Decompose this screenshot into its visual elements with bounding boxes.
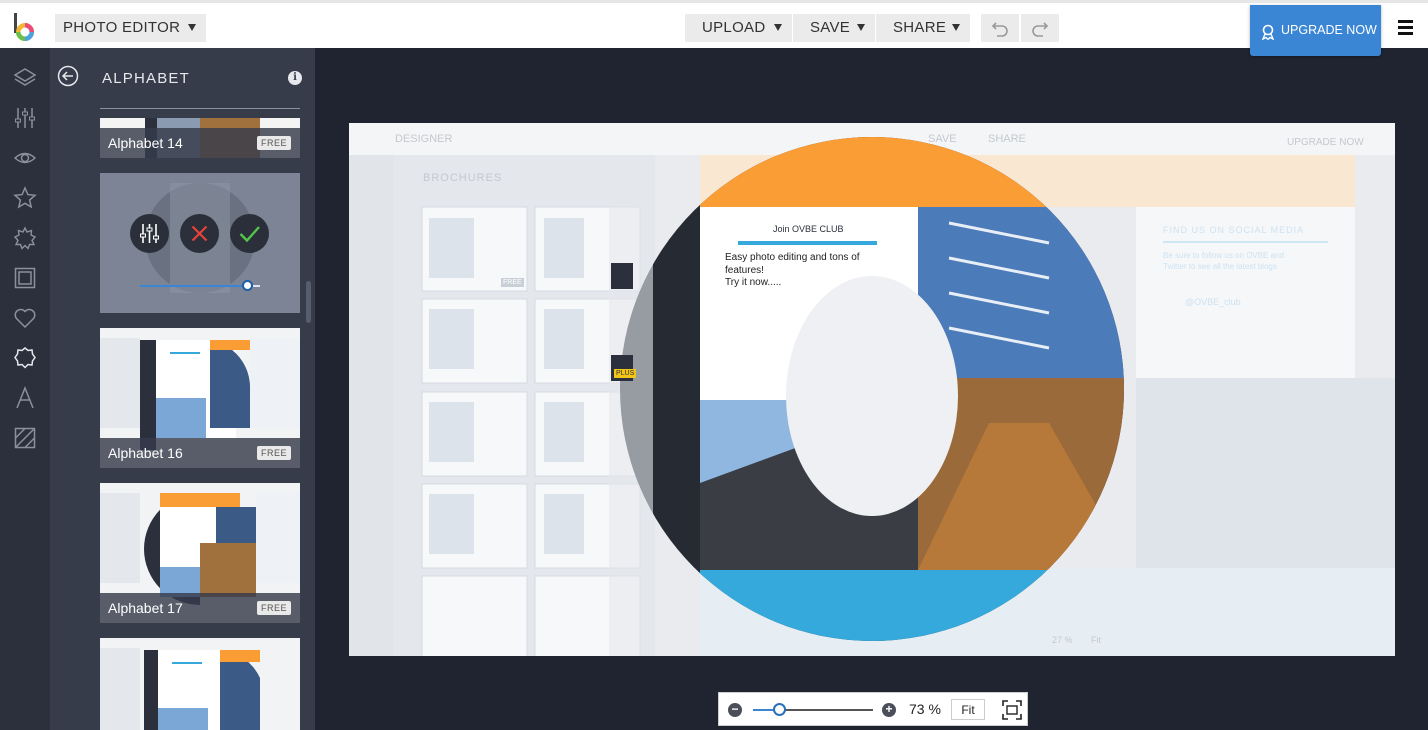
thumbnail-name: Alphabet 14 <box>108 135 183 151</box>
chevron-down-icon <box>952 24 960 31</box>
apply-button[interactable] <box>230 214 269 253</box>
save-label: SAVE <box>810 19 851 36</box>
thumbnail-preview <box>100 638 300 730</box>
heart-icon[interactable] <box>13 306 37 330</box>
chevron-down-icon <box>774 24 782 31</box>
intensity-slider[interactable] <box>140 280 260 291</box>
ghost-plus-badge: PLUS <box>614 369 637 378</box>
ghost-social-line1: Be sure to follow us on OVBE and <box>1163 251 1284 260</box>
share-button[interactable]: SHARE <box>876 14 970 42</box>
upload-label: UPLOAD <box>702 19 766 36</box>
card-line: features! <box>725 264 764 276</box>
star-icon[interactable] <box>13 186 37 210</box>
logo-icon[interactable] <box>12 13 38 43</box>
adjust-button[interactable] <box>130 214 169 253</box>
ghost-social-handle: @OVBE_club <box>1185 297 1241 307</box>
alphabet-thumbnail[interactable] <box>100 638 300 730</box>
top-bar: PHOTO EDITOR UPLOAD SAVE SHARE UPGRADE N… <box>0 0 1428 56</box>
undo-button[interactable] <box>981 14 1019 42</box>
tool-rail <box>0 48 50 730</box>
card-line: Try it now..... <box>725 277 782 288</box>
eye-icon[interactable] <box>13 146 37 170</box>
zoom-slider-knob[interactable] <box>773 703 787 716</box>
editor-mode-label: PHOTO EDITOR <box>63 19 181 36</box>
panel-header: ALPHABET i <box>50 48 315 108</box>
slider-knob[interactable] <box>242 280 253 291</box>
layers-icon[interactable] <box>13 66 37 90</box>
texture-icon[interactable] <box>13 426 37 450</box>
chevron-down-icon <box>188 24 196 31</box>
card-title: Join OVBE CLUB <box>773 224 844 234</box>
card-body: Easy photo editing and tons of features!… <box>725 252 895 290</box>
share-label: SHARE <box>893 19 947 36</box>
award-icon <box>1261 24 1275 40</box>
thumbnail-label: Alphabet 16 FREE <box>100 438 300 468</box>
free-badge: FREE <box>256 136 291 150</box>
badge-icon[interactable] <box>13 346 37 370</box>
cancel-button[interactable] <box>180 214 219 253</box>
panel-title: ALPHABET <box>102 70 190 87</box>
frame-icon[interactable] <box>13 266 37 290</box>
alphabet-thumbnail[interactable]: Alphabet 16 FREE <box>100 328 300 468</box>
ghost-fit-label: Fit <box>1091 635 1101 645</box>
selected-thumbnail[interactable] <box>100 173 300 313</box>
zoom-value: 73 % <box>909 701 941 717</box>
ghost-panel-title: BROCHURES <box>423 172 503 184</box>
canvas-artwork <box>349 123 1395 656</box>
zoom-in-button[interactable]: + <box>882 703 896 717</box>
zoom-slider[interactable] <box>753 709 873 711</box>
check-icon <box>239 226 260 243</box>
chevron-down-icon <box>857 24 865 31</box>
hamburger-menu-icon[interactable] <box>1398 20 1413 35</box>
ghost-upgrade-label: UPGRADE NOW <box>1287 137 1364 148</box>
slider-track-rest <box>253 285 260 287</box>
thumbnail-label: Alphabet 14 FREE <box>100 128 300 158</box>
upgrade-label: UPGRADE NOW <box>1281 23 1377 37</box>
ghost-mode-label: DESIGNER <box>395 133 453 145</box>
zoom-bar: − + 73 % Fit <box>718 692 1028 726</box>
editor-mode-dropdown[interactable]: PHOTO EDITOR <box>55 14 206 42</box>
ghost-zoom-value: 27 % <box>1052 635 1073 645</box>
undo-icon <box>991 22 1008 37</box>
card-line: Easy photo editing and tons of <box>725 252 860 263</box>
info-icon[interactable]: i <box>288 71 302 85</box>
alphabet-thumbnail[interactable]: Alphabet 17 FREE <box>100 483 300 623</box>
free-badge: FREE <box>256 446 291 460</box>
ghost-save-label: SAVE <box>928 133 957 145</box>
thumbnail-name: Alphabet 16 <box>108 445 183 461</box>
free-badge: FREE <box>256 601 291 615</box>
divider <box>100 108 300 109</box>
editor-canvas[interactable]: DESIGNER SAVE SHARE UPGRADE NOW BROCHURE… <box>349 123 1395 656</box>
redo-button[interactable] <box>1021 14 1059 42</box>
ghost-social-title: FIND US ON SOCIAL MEDIA <box>1163 225 1305 235</box>
alphabet-panel: ALPHABET i Alphabet 14 FREE Alphabet 16 … <box>50 48 315 730</box>
close-icon <box>191 225 208 242</box>
upgrade-now-button[interactable]: UPGRADE NOW <box>1250 5 1381 56</box>
fit-button[interactable]: Fit <box>951 699 985 720</box>
save-button[interactable]: SAVE <box>793 14 875 42</box>
ghost-share-label: SHARE <box>988 133 1026 145</box>
thumbnail-name: Alphabet 17 <box>108 600 183 616</box>
text-icon[interactable] <box>13 386 37 410</box>
sliders-icon[interactable] <box>13 106 37 130</box>
ghost-social-line2: Twitter to see all the latest blogs <box>1163 262 1277 271</box>
thumbnail-label: Alphabet 17 FREE <box>100 593 300 623</box>
burst-icon[interactable] <box>13 226 37 250</box>
zoom-out-button[interactable]: − <box>728 703 742 717</box>
alphabet-thumbnail[interactable]: Alphabet 14 FREE <box>100 118 300 158</box>
redo-icon <box>1032 22 1049 37</box>
fullscreen-icon[interactable] <box>1002 700 1022 720</box>
ghost-free-badge: FREE <box>501 278 524 287</box>
panel-scrollbar[interactable] <box>306 281 311 323</box>
back-arrow-icon[interactable] <box>57 65 79 87</box>
upload-button[interactable]: UPLOAD <box>685 14 792 42</box>
sliders-icon <box>140 224 159 243</box>
